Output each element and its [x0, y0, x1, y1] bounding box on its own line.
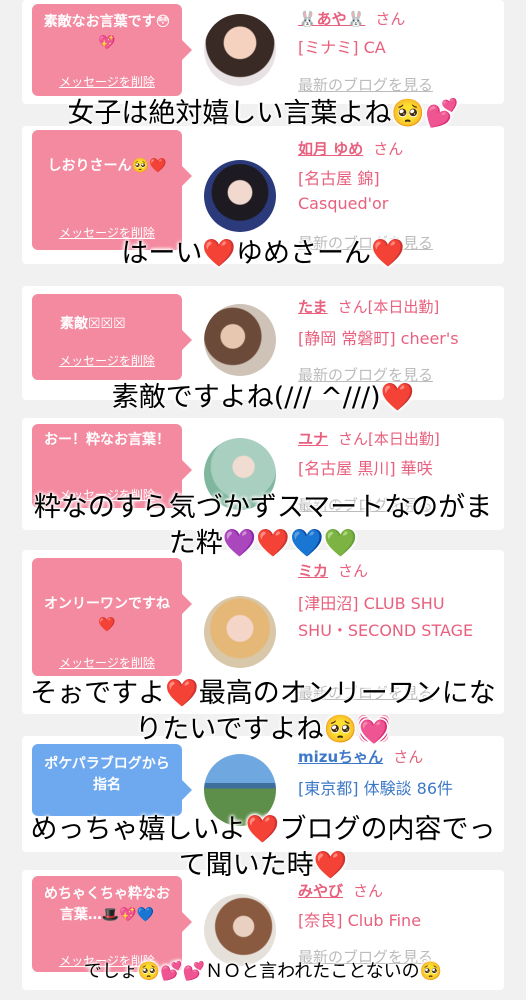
avatar[interactable] [204, 304, 276, 376]
sender-name[interactable]: たま [298, 298, 328, 316]
message-text: オンリーワンですね❤️ [44, 596, 170, 633]
avatar[interactable] [204, 894, 276, 966]
avatar[interactable] [204, 14, 276, 86]
shop-info[interactable]: [ミナミ] CA [298, 35, 498, 60]
sender-name-row: たま さん[本日出勤] [298, 296, 439, 317]
sender-name[interactable]: 如月 ゆめ [298, 140, 363, 158]
message-text: ポケパラブログから指名 [44, 756, 170, 793]
caption-2: はーい❤️ゆめさーん❤️ [121, 238, 405, 269]
honorific: さん [337, 298, 368, 316]
latest-blog-link[interactable]: 最新のブログを見る [298, 74, 433, 95]
honorific: さん [373, 140, 404, 158]
shop-info[interactable]: [静岡 常磐町] cheer's [298, 326, 508, 351]
shop-info[interactable]: [東京都] 体験談 86件 [298, 776, 508, 801]
delete-message-link[interactable]: メッセージを削除 [32, 352, 182, 369]
message-bubble: オンリーワンですね❤️ メッセージを削除 [32, 558, 192, 676]
caption-4: 粋なのすら気づかずスマートなのがまた粋💜❤️💙💚 [33, 492, 493, 559]
shop-info[interactable]: [奈良] Club Fine [298, 908, 508, 933]
message-bubble: 素敵なお言葉です😳💖 メッセージを削除 [32, 4, 192, 96]
sender-name[interactable]: mizuちゃん [298, 748, 383, 766]
honorific: さん [375, 10, 406, 28]
message-bubble: しおりさーん🥺❤️ メッセージを削除 [32, 130, 192, 250]
caption-5: そぉですよ❤️最高のオンリーワンになりたいですよね🥺💓 [30, 678, 496, 745]
message-bubble: ポケパラブログから指名 [32, 744, 192, 816]
shop-info[interactable]: [名古屋 黒川] 華咲 [298, 456, 508, 481]
message-text: 素敵なお言葉です😳💖 [43, 14, 171, 51]
sender-name[interactable]: みやび [298, 882, 343, 900]
delete-message-link[interactable]: メッセージを削除 [32, 654, 182, 671]
sender-name[interactable]: 🐰あや🐰 [298, 10, 365, 28]
honorific: さん [338, 430, 369, 448]
sender-name-row: ユナ さん[本日出勤] [298, 428, 440, 449]
work-status: [本日出勤] [367, 298, 440, 316]
shop-info[interactable]: [津田沼] CLUB SHU SHU・SECOND STAGE [298, 590, 478, 644]
caption-3: 素敵ですよね(/// ^///)❤️ [111, 382, 415, 413]
sender-name[interactable]: ミカ [298, 562, 328, 580]
work-status: [本日出勤] [368, 430, 440, 448]
sender-name-row: 如月 ゆめ さん [298, 138, 403, 159]
avatar[interactable] [204, 160, 276, 232]
honorific: さん [393, 748, 424, 766]
delete-message-link[interactable]: メッセージを削除 [32, 73, 182, 90]
honorific: さん [353, 882, 384, 900]
sender-name-row: 🐰あや🐰 さん [298, 8, 405, 29]
caption-1: 女子は絶対嬉しい言葉よね🥺💕 [67, 98, 459, 129]
message-text: 素敵☒☒☒ [60, 316, 126, 332]
message-card: 素敵なお言葉です😳💖 メッセージを削除 🐰あや🐰 さん [ミナミ] CA 最新のブ… [22, 0, 504, 104]
sender-name-row: mizuちゃん さん [298, 746, 423, 767]
caption-6: めっちゃ嬉しいよ❤️ブログの内容でって聞いた時❤️ [30, 814, 496, 881]
sender-name[interactable]: ユナ [298, 430, 328, 448]
honorific: さん [338, 562, 369, 580]
message-text: しおりさーん🥺❤️ [47, 158, 167, 174]
message-text: おー！粋なお言葉！ [44, 432, 170, 448]
message-bubble: 素敵☒☒☒ メッセージを削除 [32, 294, 192, 380]
shop-info[interactable]: [名古屋 錦] Casqued'or [298, 166, 448, 216]
sender-name-row: ミカ さん [298, 560, 368, 581]
caption-7: でしょ🥺💕💕ＮＯと言われたことないの🥺 [83, 961, 443, 982]
message-text: めちゃくちゃ粋なお言葉…🎩💖💙 [44, 886, 170, 923]
message-bubble: めちゃくちゃ粋なお言葉…🎩💖💙 メッセージを削除 [32, 876, 192, 972]
avatar[interactable] [204, 596, 276, 668]
